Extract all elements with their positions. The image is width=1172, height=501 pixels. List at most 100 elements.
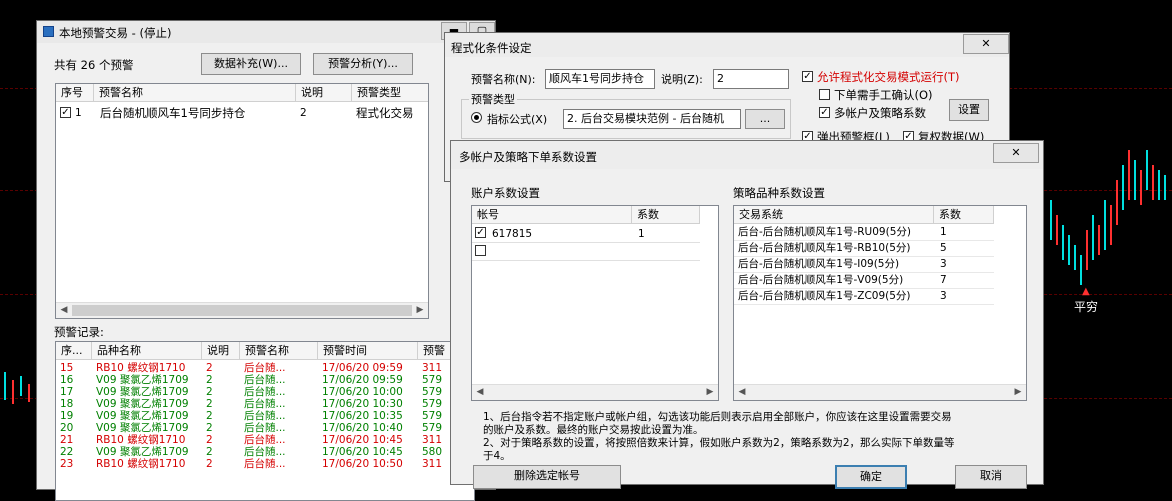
strategy-system: 后台-后台随机顺风车1号-I09(5分)	[738, 258, 900, 270]
table-row[interactable]: 21 RB10 螺纹钢1710 2 后台随... 17/06/20 10:45 311	[56, 434, 474, 446]
rec-header-alert[interactable]: 预警名称	[240, 342, 318, 360]
table-row[interactable]: 20 V09 聚氯乙烯1709 2 后台随... 17/06/20 10:40 579	[56, 422, 474, 434]
alert-window-titlebar[interactable]: 本地预警交易 - (停止) ▬ ▢	[37, 21, 495, 43]
signal-annotation: 平穷	[1074, 300, 1099, 314]
candle	[1152, 165, 1154, 200]
ok-button[interactable]: 确定	[835, 465, 907, 489]
candle	[1056, 215, 1058, 245]
close-icon[interactable]: ✕	[993, 143, 1039, 163]
candle	[1080, 255, 1082, 285]
record-desc: 2	[206, 458, 213, 470]
candle	[1068, 235, 1070, 265]
record-no: 22	[60, 446, 74, 458]
alert-type-label: 预警类型	[469, 91, 517, 107]
table-row[interactable]: 后台-后台随机顺风车1号-RB10(5分) 5	[734, 240, 994, 257]
table-row[interactable]: 15 RB10 螺纹钢1710 2 后台随... 17/06/20 09:59 311	[56, 362, 474, 374]
multi-account-checkbox[interactable]: ✓	[819, 107, 830, 118]
close-icon[interactable]: ✕	[963, 34, 1009, 54]
table-row[interactable]: ✓ 1 后台随机顺风车1号同步持仓 2 程式化交易	[56, 104, 428, 122]
cancel-button[interactable]: 取消	[955, 465, 1027, 489]
table-row[interactable]: 后台-后台随机顺风车1号-RU09(5分) 1	[734, 224, 994, 241]
account-checkbox[interactable]: ✓	[475, 227, 486, 238]
record-alert-name: 后台随...	[244, 398, 286, 410]
col-header-index[interactable]: 序号	[56, 84, 94, 102]
indicator-formula-radio[interactable]	[471, 112, 482, 123]
alert-list-hscrollbar[interactable]: ◀ ▶	[56, 302, 428, 318]
table-row[interactable]: 22 V09 聚氯乙烯1709 2 后台随... 17/06/20 10:45 580	[56, 446, 474, 458]
desc-label: 说明(Z):	[661, 73, 703, 86]
scroll-right-icon[interactable]: ▶	[702, 385, 718, 400]
record-value: 579	[422, 398, 443, 410]
scroll-left-icon[interactable]: ◀	[734, 385, 750, 400]
col-header-type[interactable]: 预警类型	[352, 84, 428, 102]
multi-window-titlebar[interactable]: 多帐户及策略下单系数设置 ✕	[451, 141, 1043, 169]
strategy-system: 后台-后台随机顺风车1号-ZC09(5分)	[738, 290, 911, 302]
table-row[interactable]: 16 V09 聚氯乙烯1709 2 后台随... 17/06/20 09:59 579	[56, 374, 474, 386]
candle	[1164, 175, 1166, 200]
col-header-coef[interactable]: 系数	[632, 206, 700, 224]
allow-auto-trade-checkbox[interactable]: ✓	[802, 71, 813, 82]
account-checkbox[interactable]	[475, 245, 486, 256]
record-no: 19	[60, 410, 74, 422]
record-product: RB10 螺纹钢1710	[96, 362, 186, 374]
strategy-list-hscrollbar[interactable]: ◀ ▶	[734, 384, 1026, 400]
desc-input[interactable]: 2	[713, 69, 789, 89]
record-alert-name: 后台随...	[244, 422, 286, 434]
candle	[1122, 165, 1124, 210]
account-list-hscrollbar[interactable]: ◀ ▶	[472, 384, 718, 400]
col-header-account[interactable]: 帐号	[472, 206, 632, 224]
row-name: 后台随机顺风车1号同步持仓	[100, 107, 246, 119]
record-time: 17/06/20 09:59	[322, 362, 403, 374]
table-row[interactable]: 后台-后台随机顺风车1号-V09(5分) 7	[734, 272, 994, 289]
radio-dot	[474, 115, 479, 120]
record-value: 580	[422, 446, 443, 458]
scroll-thumb[interactable]	[72, 305, 412, 316]
candle	[1140, 170, 1142, 205]
col-header-coef[interactable]: 系数	[934, 206, 994, 224]
table-row[interactable]: 19 V09 聚氯乙烯1709 2 后台随... 17/06/20 10:35 579	[56, 410, 474, 422]
rec-header-product[interactable]: 品种名称	[92, 342, 202, 360]
manual-confirm-checkbox[interactable]	[819, 89, 830, 100]
alert-name-input[interactable]: 顺风车1号同步持仓	[545, 69, 655, 89]
table-row[interactable]: 后台-后台随机顺风车1号-I09(5分) 3	[734, 256, 994, 273]
scroll-right-icon[interactable]: ▶	[1010, 385, 1026, 400]
record-no: 18	[60, 398, 74, 410]
record-no: 21	[60, 434, 74, 446]
alert-analysis-button[interactable]: 预警分析(Y)...	[313, 53, 413, 75]
rec-header-no[interactable]: 序...	[56, 342, 92, 360]
table-row[interactable]: 后台-后台随机顺风车1号-ZC09(5分) 3	[734, 288, 994, 305]
record-product: V09 聚氯乙烯1709	[96, 386, 189, 398]
col-header-system[interactable]: 交易系统	[734, 206, 934, 224]
record-alert-name: 后台随...	[244, 362, 286, 374]
col-header-desc[interactable]: 说明	[296, 84, 352, 102]
scroll-left-icon[interactable]: ◀	[56, 303, 72, 318]
delete-account-button[interactable]: 删除选定帐号	[473, 465, 621, 489]
account-section-label: 账户系数设置	[471, 186, 540, 200]
record-value: 579	[422, 374, 443, 386]
record-value: 311	[422, 434, 443, 446]
row-checkbox[interactable]: ✓	[60, 107, 71, 118]
table-row[interactable]: 17 V09 聚氯乙烯1709 2 后台随... 17/06/20 10:00 579	[56, 386, 474, 398]
formula-browse-button[interactable]: ...	[745, 109, 785, 129]
col-header-name[interactable]: 预警名称	[94, 84, 296, 102]
record-time: 17/06/20 10:00	[322, 386, 403, 398]
record-alert-name: 后台随...	[244, 434, 286, 446]
scroll-left-icon[interactable]: ◀	[472, 385, 488, 400]
rec-header-time[interactable]: 预警时间	[318, 342, 418, 360]
scroll-right-icon[interactable]: ▶	[412, 303, 428, 318]
condition-window-titlebar[interactable]: 程式化条件设定 ✕	[445, 33, 1009, 57]
account-list: 帐号 系数 ✓ 617815 1 ◀ ▶	[471, 205, 719, 401]
data-fill-button[interactable]: 数据补充(W)...	[201, 53, 301, 75]
table-row[interactable]	[472, 242, 700, 261]
record-product: RB10 螺纹钢1710	[96, 458, 186, 470]
table-row[interactable]: ✓ 617815 1	[472, 224, 700, 243]
row-type: 程式化交易	[356, 107, 414, 119]
strategy-system: 后台-后台随机顺风车1号-RU09(5分)	[738, 226, 911, 238]
table-row[interactable]: 23 RB10 螺纹钢1710 2 后台随... 17/06/20 10:50 311	[56, 458, 474, 470]
record-no: 23	[60, 458, 74, 470]
strategy-coef: 1	[940, 226, 947, 238]
rec-header-desc[interactable]: 说明	[202, 342, 240, 360]
settings-button[interactable]: 设置	[949, 99, 989, 121]
table-row[interactable]: 18 V09 聚氯乙烯1709 2 后台随... 17/06/20 10:30 579	[56, 398, 474, 410]
formula-field[interactable]: 2. 后台交易模块范例 - 后台随机	[563, 109, 741, 129]
